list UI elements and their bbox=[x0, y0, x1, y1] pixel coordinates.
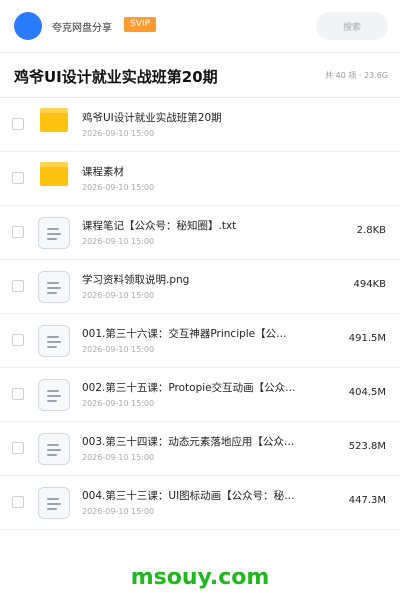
document-icon bbox=[38, 433, 70, 465]
file-size: 491.5M bbox=[348, 333, 386, 344]
select-checkbox[interactable] bbox=[12, 118, 24, 130]
file-name: 鸡爷UI设计就业实战班第20期 bbox=[82, 112, 222, 124]
select-checkbox[interactable] bbox=[12, 334, 24, 346]
select-checkbox[interactable] bbox=[12, 172, 24, 184]
file-date: 2026-09-10 15:00 bbox=[82, 237, 155, 246]
file-size: 494KB bbox=[353, 279, 386, 290]
select-checkbox[interactable] bbox=[12, 226, 24, 238]
svip-badge: SVIP bbox=[124, 17, 156, 32]
file-name: 课程笔记【公众号：秘知圈】.txt bbox=[82, 220, 237, 232]
file-date: 2026-09-10 15:00 bbox=[82, 345, 155, 354]
folder-icon bbox=[40, 108, 68, 132]
select-checkbox[interactable] bbox=[12, 442, 24, 454]
document-icon bbox=[38, 217, 70, 249]
file-name: 004.第三十三课：UI图标动画【公众号：秘知圈】… bbox=[82, 490, 302, 502]
top-bar: 夸克网盘分享 SVIP 搜索 bbox=[0, 0, 400, 52]
select-checkbox[interactable] bbox=[12, 388, 24, 400]
select-checkbox[interactable] bbox=[12, 280, 24, 292]
sharer-name: 夸克网盘分享 bbox=[52, 23, 112, 34]
file-size: 447.3M bbox=[348, 495, 386, 506]
file-date: 2026-09-10 15:00 bbox=[82, 507, 155, 516]
document-icon bbox=[38, 325, 70, 357]
file-date: 2026-09-10 15:00 bbox=[82, 399, 155, 408]
file-date: 2026-09-10 15:00 bbox=[82, 291, 155, 300]
avatar[interactable] bbox=[14, 12, 42, 40]
search-button[interactable]: 搜索 bbox=[316, 12, 388, 40]
list-item[interactable]: 课程笔记【公众号：秘知圈】.txt 2026-09-10 15:00 2.8KB bbox=[0, 206, 400, 260]
file-name: 学习资料领取说明.png bbox=[82, 274, 190, 286]
watermark: msouy.com bbox=[130, 565, 270, 590]
file-size: 2.8KB bbox=[356, 225, 386, 236]
list-item[interactable]: 课程素材 2026-09-10 15:00 bbox=[0, 152, 400, 206]
folder-icon bbox=[40, 162, 68, 186]
file-date: 2026-09-10 15:00 bbox=[82, 183, 155, 192]
list-item[interactable]: 001.第三十六课：交互神器Principle【公… 2026-09-10 15… bbox=[0, 314, 400, 368]
file-name: 002.第三十五课：Protopie交互动画【公众… bbox=[82, 382, 296, 394]
list-item[interactable]: 002.第三十五课：Protopie交互动画【公众… 2026-09-10 15… bbox=[0, 368, 400, 422]
search-placeholder: 搜索 bbox=[342, 22, 361, 33]
page-title: 鸡爷UI设计就业实战班第20期 bbox=[14, 68, 218, 86]
file-name: 课程素材 bbox=[82, 166, 124, 178]
file-size: 523.8M bbox=[348, 441, 386, 452]
file-name: 001.第三十六课：交互神器Principle【公… bbox=[82, 328, 287, 340]
list-item[interactable]: 004.第三十三课：UI图标动画【公众号：秘知圈】… 2026-09-10 15… bbox=[0, 476, 400, 530]
item-summary: 共 40 项 · 23.6G bbox=[325, 71, 388, 80]
list-item[interactable]: 003.第三十四课：动态元素落地应用【公众号：秘知… 2026-09-10 15… bbox=[0, 422, 400, 476]
file-list: 鸡爷UI设计就业实战班第20期 2026-09-10 15:00 课程素材 20… bbox=[0, 98, 400, 530]
folder-header: 鸡爷UI设计就业实战班第20期 共 40 项 · 23.6G bbox=[0, 53, 400, 97]
list-item[interactable]: 鸡爷UI设计就业实战班第20期 2026-09-10 15:00 bbox=[0, 98, 400, 152]
document-icon bbox=[38, 271, 70, 303]
list-item[interactable]: 学习资料领取说明.png 2026-09-10 15:00 494KB bbox=[0, 260, 400, 314]
file-date: 2026-09-10 15:00 bbox=[82, 129, 155, 138]
file-name: 003.第三十四课：动态元素落地应用【公众号：秘知… bbox=[82, 436, 302, 448]
file-size: 404.5M bbox=[348, 387, 386, 398]
document-icon bbox=[38, 379, 70, 411]
document-icon bbox=[38, 487, 70, 519]
file-date: 2026-09-10 15:00 bbox=[82, 453, 155, 462]
select-checkbox[interactable] bbox=[12, 496, 24, 508]
